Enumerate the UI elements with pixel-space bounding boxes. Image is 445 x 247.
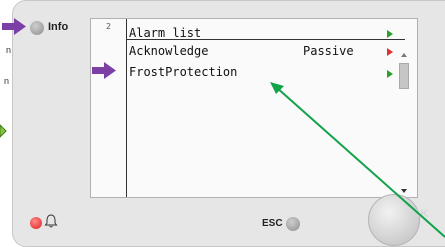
- bell-icon: [44, 214, 58, 228]
- scrollbar[interactable]: [399, 53, 409, 193]
- title-arrow-icon[interactable]: [387, 30, 393, 38]
- screen-title: Alarm list: [129, 26, 202, 40]
- green-marker-icon: [0, 124, 7, 138]
- acknowledge-arrow-icon[interactable]: [387, 48, 393, 56]
- info-label: Info: [48, 21, 69, 33]
- info-led: [30, 21, 44, 35]
- esc-label: ESC: [262, 218, 283, 229]
- screen-divider: [126, 19, 127, 197]
- scroll-up-icon[interactable]: [401, 53, 407, 57]
- scroll-thumb[interactable]: [399, 63, 409, 89]
- ok-knob-button[interactable]: [368, 194, 420, 246]
- ok-label: OK: [412, 208, 429, 220]
- alarm-led: [30, 217, 42, 229]
- frostprotection-arrow-icon[interactable]: [387, 70, 393, 78]
- menu-item-acknowledge[interactable]: Acknowledge: [129, 44, 208, 58]
- display-screen: 2 Alarm list Acknowledge Passive FrostPr…: [90, 18, 418, 198]
- menu-item-frostprotection[interactable]: FrostProtection: [129, 65, 237, 79]
- page-number: 2: [106, 22, 112, 31]
- esc-button[interactable]: [286, 217, 300, 231]
- edge-text-2: n: [4, 76, 10, 86]
- edge-text-1: n: [6, 45, 12, 55]
- scroll-down-icon[interactable]: [401, 189, 407, 193]
- acknowledge-value: Passive: [303, 44, 354, 58]
